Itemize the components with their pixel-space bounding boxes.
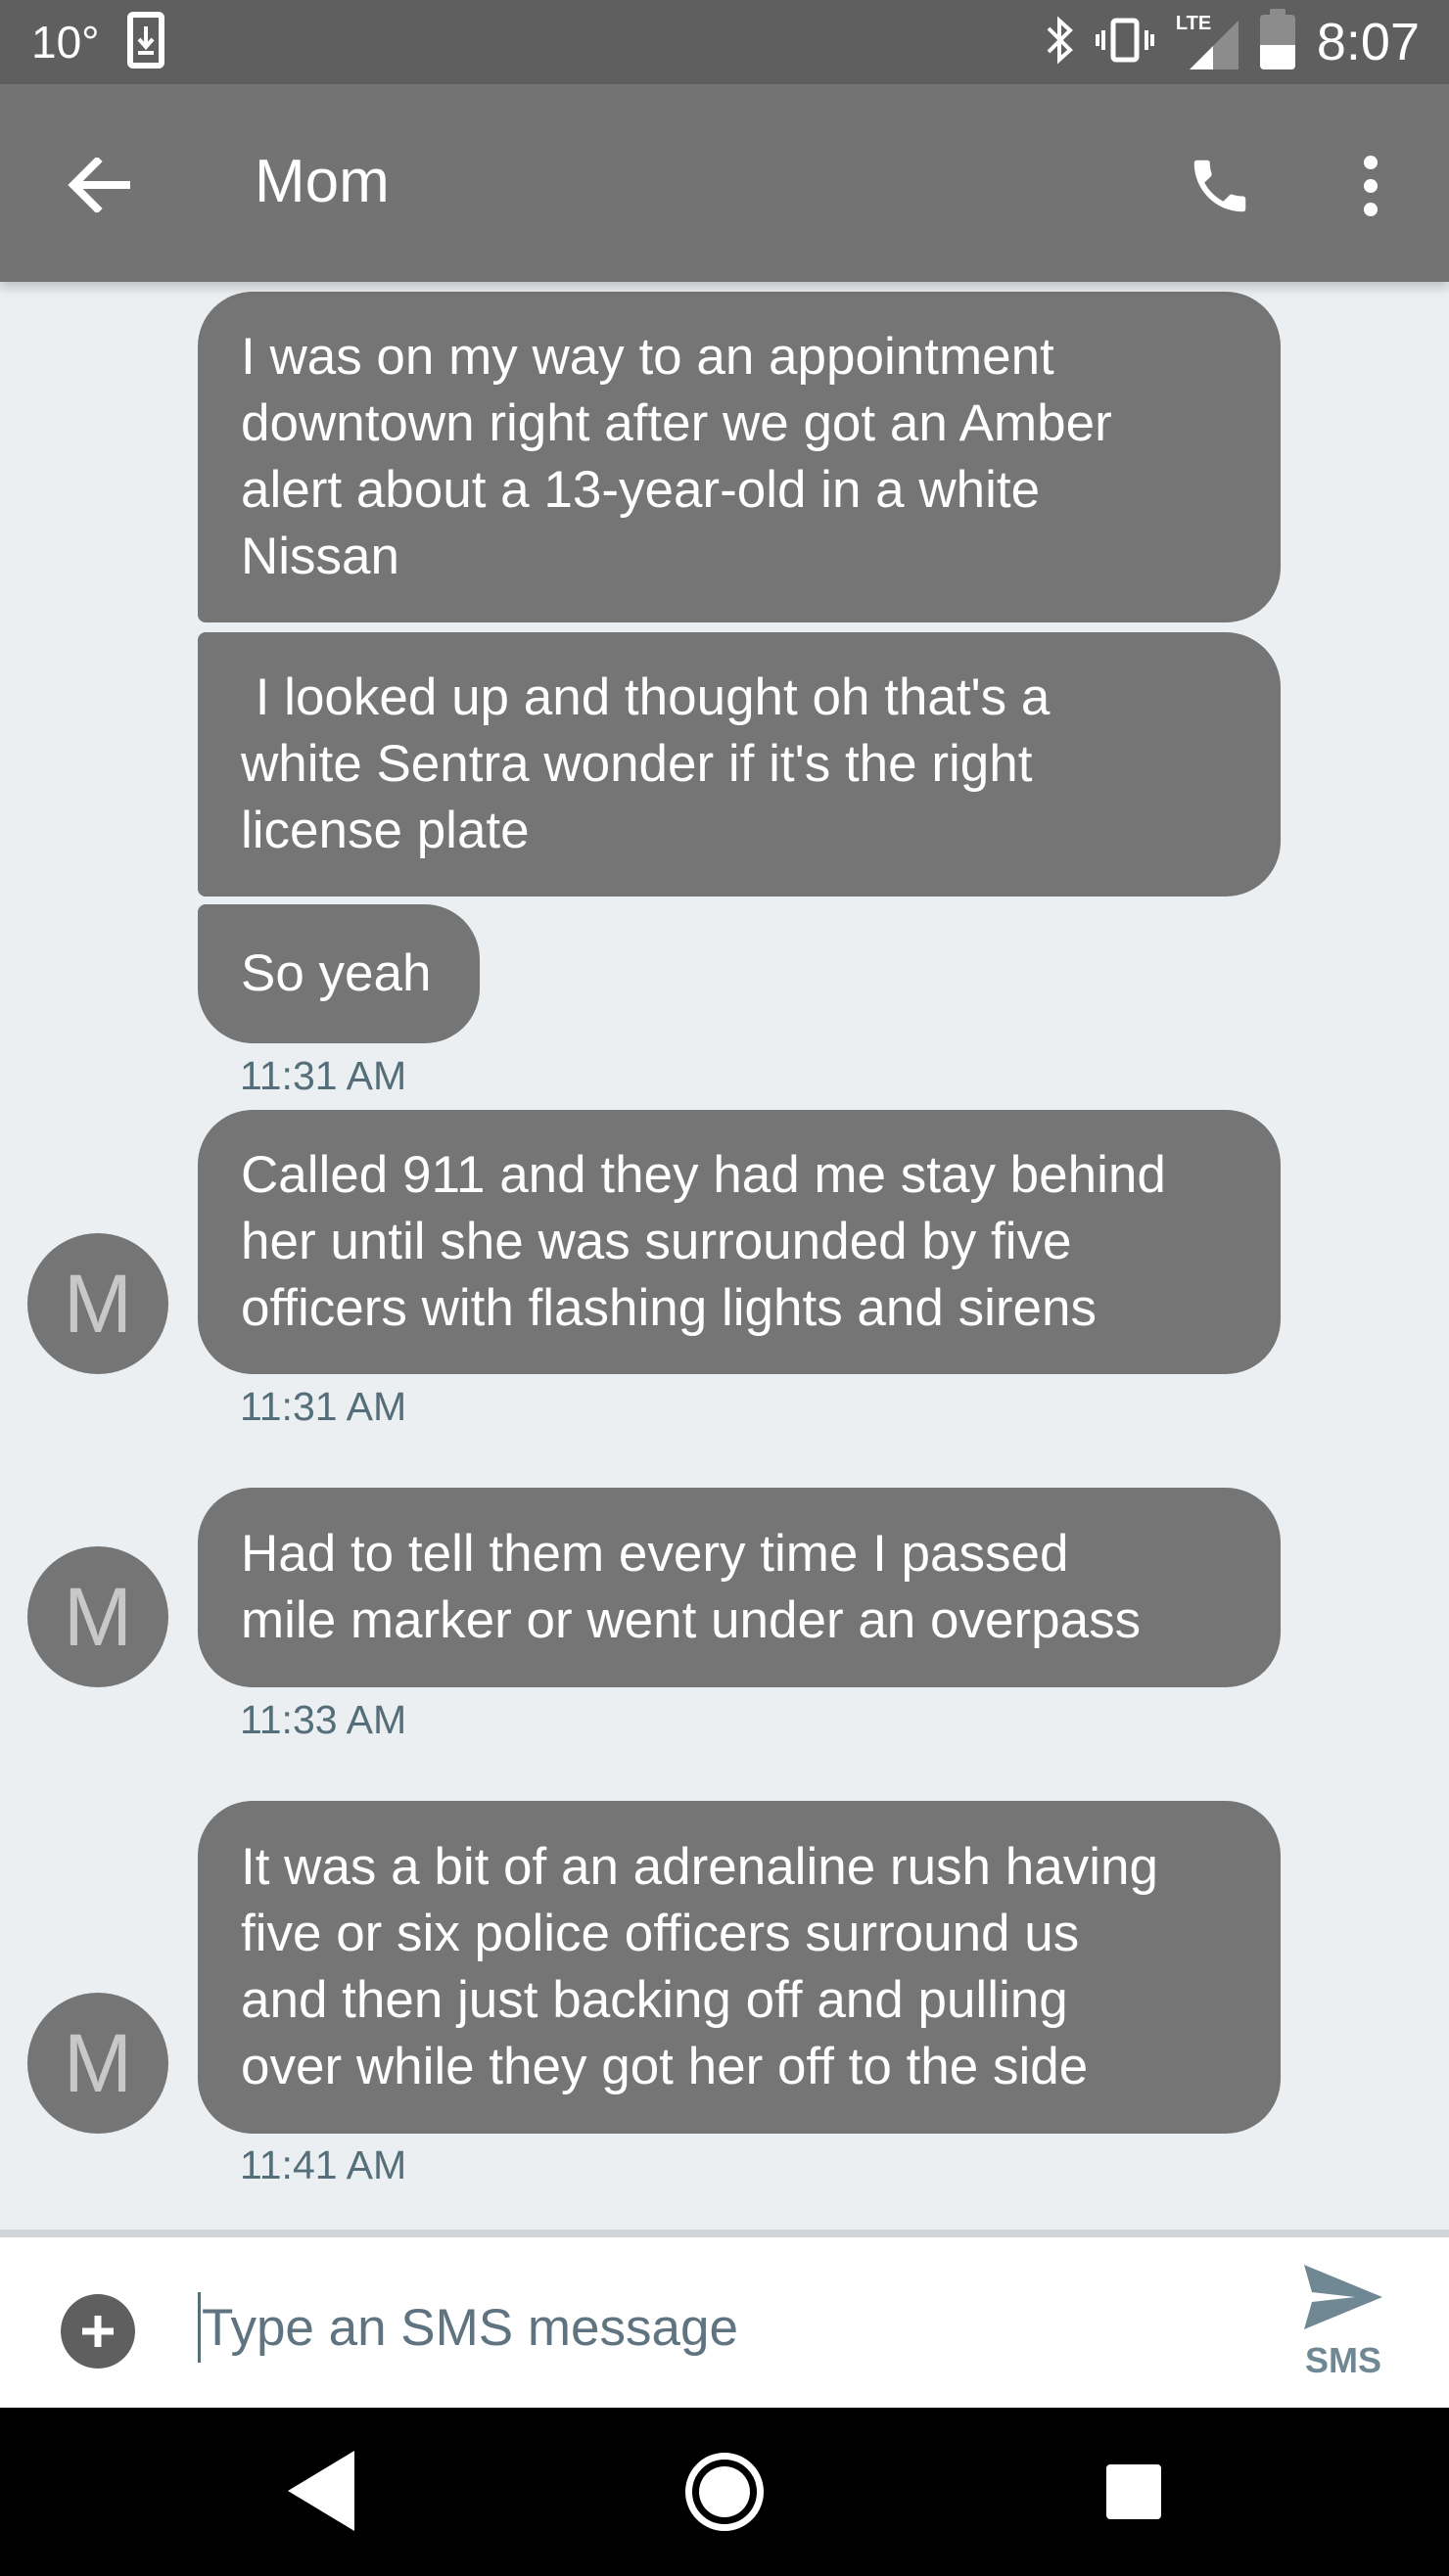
battery-level: [1259, 44, 1295, 69]
back-button[interactable]: [55, 141, 143, 229]
status-icons: LTE 8:07: [1045, 8, 1420, 76]
status-time: 8:07: [1316, 13, 1420, 71]
phone-icon: [1193, 160, 1246, 212]
sms-message-input[interactable]: [202, 2282, 1181, 2372]
more-vert-icon-dot: [1364, 179, 1378, 193]
back-arrow-icon: [68, 158, 130, 212]
compose-bar: SMS: [0, 2230, 1449, 2408]
signal-icon: LTE: [1176, 13, 1239, 71]
more-options-button[interactable]: [1351, 137, 1390, 235]
system-navigation-bar: [0, 2408, 1449, 2576]
avatar[interactable]: M: [27, 1233, 168, 1374]
message-bubble[interactable]: Had to tell them every time I passed mil…: [198, 1488, 1281, 1687]
send-icon: [1304, 2265, 1382, 2329]
message-timestamp: 11:33 AM: [240, 1697, 407, 1742]
add-circle-icon: [82, 2316, 114, 2347]
message-bubble[interactable]: I was on my way to an appointment downto…: [198, 292, 1281, 622]
message-list[interactable]: I was on my way to an appointment downto…: [0, 282, 1449, 2230]
message-timestamp: 11:31 AM: [240, 1384, 407, 1429]
vibrate-icon: [1095, 15, 1154, 70]
send-label: SMS: [1304, 2340, 1381, 2380]
nav-back-icon[interactable]: [284, 2447, 358, 2535]
status-temperature: 10°: [31, 17, 100, 68]
message-bubble[interactable]: I looked up and thought oh that's a whit…: [198, 632, 1281, 897]
nav-recents-icon[interactable]: [1106, 2464, 1161, 2519]
bluetooth-icon: [1045, 15, 1074, 70]
avatar[interactable]: M: [27, 1993, 168, 2134]
message-bubble[interactable]: It was a bit of an adrenaline rush havin…: [198, 1801, 1281, 2134]
message-bubble[interactable]: Called 911 and they had me stay behind h…: [198, 1110, 1281, 1374]
status-bar: 10° LTE 8:07: [0, 0, 1449, 84]
nav-home-dot: [699, 2466, 750, 2517]
attach-button[interactable]: [61, 2294, 135, 2369]
battery-icon: [1259, 9, 1295, 69]
nav-home-icon[interactable]: [685, 2453, 764, 2531]
more-vert-icon-dot: [1364, 203, 1378, 216]
message-bubble[interactable]: So yeah: [198, 904, 480, 1043]
app-bar: Mom: [0, 84, 1449, 282]
more-vert-icon: [1364, 156, 1378, 169]
message-timestamp: 11:41 AM: [240, 2142, 407, 2187]
send-button[interactable]: SMS: [1283, 2263, 1404, 2400]
conversation-title: Mom: [255, 148, 390, 215]
message-timestamp: 11:31 AM: [240, 1053, 407, 1098]
download-notification-icon: [127, 12, 164, 69]
avatar[interactable]: M: [27, 1546, 168, 1687]
call-button[interactable]: [1171, 137, 1269, 235]
text-cursor: [198, 2292, 201, 2363]
